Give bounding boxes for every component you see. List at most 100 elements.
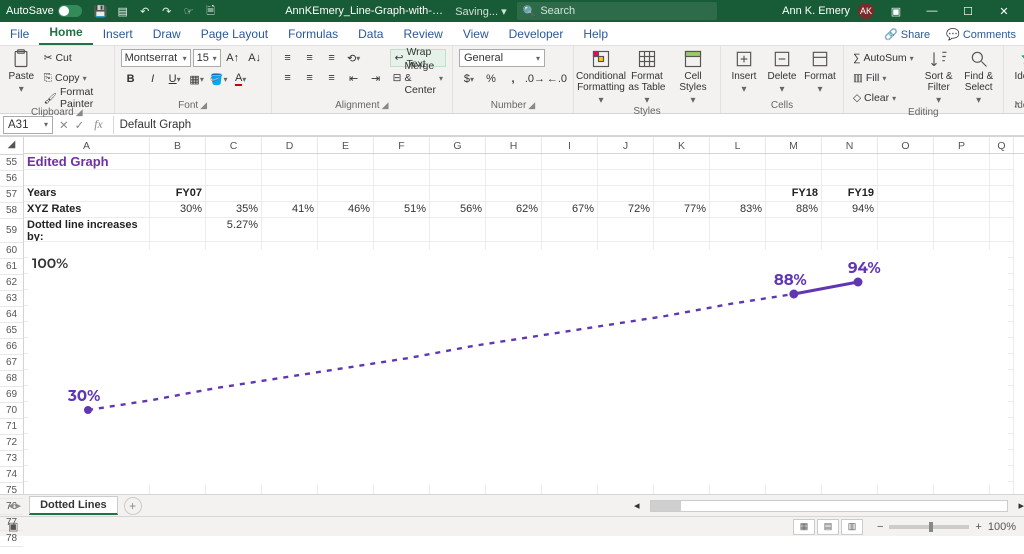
tab-formulas[interactable]: Formulas	[278, 23, 348, 45]
col-header[interactable]: N	[822, 137, 878, 153]
cancel-formula-icon[interactable]: ✕	[59, 118, 69, 132]
minimize-icon[interactable]: —	[918, 5, 946, 17]
share-button[interactable]: 🔗Share	[876, 24, 938, 45]
cell[interactable]	[542, 170, 598, 186]
cell[interactable]: FY18	[766, 186, 822, 202]
underline-button[interactable]: U▾	[165, 70, 185, 88]
cell[interactable]	[934, 202, 990, 218]
ribbon-display-icon[interactable]: ▣	[882, 5, 910, 18]
cell[interactable]: 94%	[822, 202, 878, 218]
col-header[interactable]: G	[430, 137, 486, 153]
cell[interactable]: FY19	[822, 186, 878, 202]
normal-view-icon[interactable]: ▦	[793, 519, 815, 535]
format-painter-button[interactable]: 🖌Format Painter	[41, 89, 108, 107]
cell[interactable]	[262, 154, 318, 170]
cell[interactable]	[822, 170, 878, 186]
format-cells-button[interactable]: Format▾	[803, 49, 837, 95]
align-bottom-icon[interactable]: ≡	[322, 49, 342, 67]
cell[interactable]	[878, 202, 934, 218]
col-header[interactable]: K	[654, 137, 710, 153]
accounting-format-icon[interactable]: $▾	[459, 70, 479, 88]
cell[interactable]	[262, 170, 318, 186]
col-header[interactable]: H	[486, 137, 542, 153]
align-center-icon[interactable]: ≡	[300, 69, 320, 87]
align-left-icon[interactable]: ≡	[278, 69, 298, 87]
number-format-combo[interactable]: General▾	[459, 49, 545, 67]
font-size-combo[interactable]: 15▾	[193, 49, 221, 67]
cell[interactable]	[318, 218, 374, 242]
tab-help[interactable]: Help	[573, 23, 618, 45]
col-header[interactable]: D	[262, 137, 318, 153]
row-header[interactable]: 74	[0, 467, 23, 483]
cell[interactable]	[766, 170, 822, 186]
comments-button[interactable]: 💬Comments	[938, 24, 1024, 45]
row-header[interactable]: 68	[0, 371, 23, 387]
sheet-nav-next-icon[interactable]: ▸	[16, 499, 22, 512]
italic-button[interactable]: I	[143, 70, 163, 88]
row-header[interactable]: 64	[0, 307, 23, 323]
cell[interactable]	[598, 170, 654, 186]
cell[interactable]: 30%	[150, 202, 206, 218]
horizontal-scrollbar[interactable]: ◂ ▸	[634, 499, 1024, 513]
cell[interactable]	[206, 186, 262, 202]
insert-cells-button[interactable]: Insert▾	[727, 49, 761, 95]
font-name-combo[interactable]: Montserrat▾	[121, 49, 191, 67]
saving-status[interactable]: Saving... ▾	[455, 5, 506, 18]
autosum-button[interactable]: ∑AutoSum▾	[850, 49, 917, 67]
cell[interactable]	[430, 186, 486, 202]
sort-filter-button[interactable]: Sort & Filter▾	[921, 49, 957, 106]
merge-center-button[interactable]: ⊟Merge & Center▾	[390, 69, 446, 87]
page-break-view-icon[interactable]: ▥	[841, 519, 863, 535]
cell[interactable]: 67%	[542, 202, 598, 218]
row-header[interactable]: 56	[0, 171, 23, 187]
dialog-launcher-icon[interactable]: ◢	[200, 100, 207, 111]
formula-input[interactable]: Default Graph	[113, 116, 1024, 134]
find-select-button[interactable]: Find & Select▾	[961, 49, 997, 106]
cell[interactable]	[486, 154, 542, 170]
cell[interactable]	[318, 170, 374, 186]
zoom-slider[interactable]	[889, 525, 969, 529]
clear-button[interactable]: ◇Clear▾	[850, 89, 917, 107]
scroll-thumb[interactable]	[651, 501, 681, 511]
cell[interactable]	[318, 186, 374, 202]
sheet-tab-active[interactable]: Dotted Lines	[29, 496, 118, 515]
col-header[interactable]: M	[766, 137, 822, 153]
search-box[interactable]: 🔍 Search	[517, 2, 717, 20]
tab-developer[interactable]: Developer	[499, 23, 574, 45]
tab-draw[interactable]: Draw	[143, 23, 191, 45]
cut-button[interactable]: ✂Cut	[41, 49, 108, 67]
tab-review[interactable]: Review	[393, 23, 452, 45]
cell[interactable]	[374, 170, 430, 186]
cell[interactable]	[374, 218, 430, 242]
cell[interactable]	[710, 186, 766, 202]
cell[interactable]: 77%	[654, 202, 710, 218]
cell[interactable]: 56%	[430, 202, 486, 218]
cell[interactable]	[990, 218, 1014, 242]
row-header[interactable]: 70	[0, 403, 23, 419]
tab-page-layout[interactable]: Page Layout	[191, 23, 278, 45]
row-header[interactable]: 71	[0, 419, 23, 435]
scroll-left-icon[interactable]: ◂	[634, 499, 640, 512]
cell[interactable]	[990, 186, 1014, 202]
row-header[interactable]: 63	[0, 291, 23, 307]
cell[interactable]	[710, 218, 766, 242]
cell[interactable]	[430, 218, 486, 242]
cell[interactable]	[486, 218, 542, 242]
cell[interactable]	[766, 218, 822, 242]
col-header[interactable]: Q	[990, 137, 1014, 153]
format-as-table-button[interactable]: Format as Table▾	[626, 49, 668, 106]
new-sheet-button[interactable]: +	[124, 497, 142, 515]
qat-icon[interactable]: 🗎	[202, 2, 220, 20]
col-header[interactable]: A	[24, 137, 150, 153]
column-headers[interactable]: A B C D E F G H I J K L M N O P Q	[24, 136, 1024, 154]
cell[interactable]	[654, 154, 710, 170]
col-header[interactable]: E	[318, 137, 374, 153]
dialog-launcher-icon[interactable]: ◢	[528, 100, 535, 111]
col-header[interactable]: O	[878, 137, 934, 153]
cell[interactable]	[542, 186, 598, 202]
col-header[interactable]: P	[934, 137, 990, 153]
cell[interactable]	[934, 186, 990, 202]
cell[interactable]: 62%	[486, 202, 542, 218]
align-right-icon[interactable]: ≡	[322, 69, 342, 87]
cell[interactable]	[542, 218, 598, 242]
